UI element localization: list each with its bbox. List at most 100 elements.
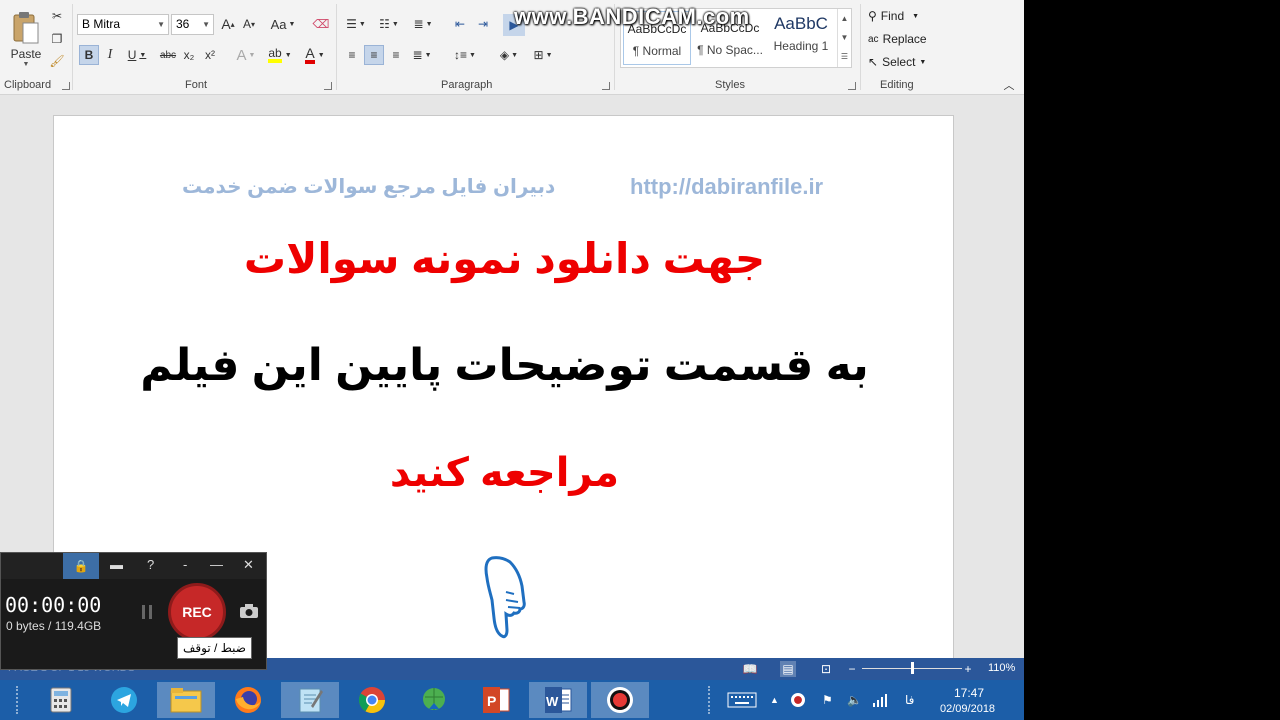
body-line-2: به قسمت توضیحات پایین این فیلم [140,341,869,390]
subscript-button[interactable]: x₂ [180,45,198,65]
paragraph-launcher-icon[interactable] [602,82,610,90]
bandicam-titlebar[interactable]: 🔒 ▬ ? - — ✕ [1,553,266,579]
shrink-font-button[interactable]: A ▾ [240,14,258,34]
keyboard-icon[interactable] [726,680,758,720]
align-center-button[interactable]: ≡ [364,45,384,65]
print-layout-button[interactable]: ▤ [780,661,796,677]
font-name-combo[interactable]: B Mitra ▼ [77,14,169,35]
underline-button[interactable]: U ▼ [123,45,151,65]
lock-button[interactable]: 🔒 [63,553,99,579]
find-button[interactable]: ⚲ Find ▼ [868,9,919,23]
language-indicator[interactable]: فا [905,680,914,720]
web-icon: ⊡ [820,662,832,676]
zoom-level[interactable]: 110% [988,662,1015,674]
multilevel-list-button[interactable]: ≣ ▼ [408,14,438,34]
borders-icon: ⊞ [533,48,544,62]
format-painter-button[interactable]: 🖌 [48,52,66,70]
cut-button[interactable]: ✂ [48,7,66,25]
taskbar-notepad[interactable] [281,682,339,718]
taskbar-powerpoint[interactable]: P [467,682,525,718]
taskbar-download-manager[interactable] [405,682,463,718]
taskbar-telegram[interactable] [95,682,153,718]
replace-button[interactable]: ac Replace [868,32,927,46]
tray-record-icon[interactable] [791,680,805,720]
align-left-button[interactable]: ≡ [342,45,362,65]
taskbar-bandicam[interactable] [591,682,649,718]
borders-button[interactable]: ⊞ ▼ [528,45,558,65]
clock-time[interactable]: 17:47 [954,686,984,700]
styles-scroll[interactable]: ▲ ▼ ☰ [837,9,851,67]
font-launcher-icon[interactable] [324,82,332,90]
bold-button[interactable]: B [79,45,99,65]
select-label: Select [882,55,916,69]
chevron-down-icon: ▼ [157,20,165,29]
folder-icon[interactable]: ▬ [110,557,123,572]
plus-icon: + [964,662,972,676]
font-size-combo[interactable]: 36 ▼ [171,14,214,35]
select-button[interactable]: ↖ Select ▼ [868,55,926,69]
line-spacing-button[interactable]: ↕≡ ▼ [450,45,480,65]
pause-icon[interactable] [140,605,154,619]
brush-icon: 🖌 [49,54,65,68]
read-mode-button[interactable]: 📖 [742,661,758,677]
font-color-icon: A [305,46,315,64]
dash-icon[interactable]: - [183,557,187,572]
close-icon[interactable]: ✕ [243,557,254,573]
text-effects-button[interactable]: A ▼ [232,45,260,65]
calculator-icon [50,687,72,713]
clock-date[interactable]: 02/09/2018 [940,703,995,715]
bullets-icon: ☰ [346,17,357,31]
decrease-indent-button[interactable]: ⇤ [450,14,470,34]
taskbar-firefox[interactable] [219,682,277,718]
align-right-button[interactable]: ≡ [386,45,406,65]
zoom-in-button[interactable]: + [960,661,976,677]
clipboard-launcher-icon[interactable] [62,82,70,90]
network-icon[interactable] [872,680,888,720]
shading-button[interactable]: ◈ ▼ [494,45,524,65]
justify-button[interactable]: ≣ ▼ [408,45,436,65]
minimize-icon[interactable]: — [210,557,223,572]
change-case-button[interactable]: Aa ▼ [268,14,298,34]
highlight-button[interactable]: ab ▼ [264,45,296,65]
strikethrough-button[interactable]: abc [157,45,179,65]
record-tooltip: ضبط / توقف [177,637,252,659]
minus-icon: − [848,662,856,676]
recording-timer: 00:00:00 [5,593,102,617]
zoom-slider-thumb[interactable] [911,662,914,674]
zoom-out-button[interactable]: − [844,661,860,677]
superscript-button[interactable]: x² [201,45,219,65]
bullets-button[interactable]: ☰ ▼ [342,14,370,34]
increase-indent-button[interactable]: ⇥ [473,14,493,34]
italic-button[interactable]: I [101,45,119,65]
taskbar-calculator[interactable] [32,682,90,718]
copy-button[interactable]: ❐ [48,30,66,48]
taskbar-chrome[interactable] [343,682,401,718]
style-heading-1[interactable]: AaBbC Heading 1 [767,11,835,65]
font-name-value: B Mitra [82,17,121,31]
camera-icon[interactable] [239,603,259,619]
taskbar-word[interactable]: W [529,682,587,718]
multilevel-list-icon: ≣ [413,17,424,31]
taskbar-file-explorer[interactable] [157,682,215,718]
web-layout-button[interactable]: ⊡ [818,661,834,677]
chevron-down-icon[interactable]: ▼ [838,28,851,47]
more-icon[interactable]: ☰ [838,47,851,66]
numbering-button[interactable]: ☷ ▼ [374,14,404,34]
styles-launcher-icon[interactable] [848,82,856,90]
action-center-flag-icon[interactable]: ⚑ [822,680,833,720]
tray-expand-icon[interactable]: ▲ [770,680,779,720]
volume-icon[interactable]: 🔈 [847,680,862,720]
chevron-up-icon[interactable]: ▲ [838,9,851,28]
help-button[interactable]: ? [147,557,154,572]
font-color-button[interactable]: A ▼ [300,45,330,65]
bandicam-watermark: www.BANDICAM.com [514,4,750,29]
powerpoint-icon: P [483,687,510,713]
clear-format-button[interactable]: ⌫ [310,14,332,34]
record-button[interactable]: REC [168,583,226,641]
collapse-ribbon-button[interactable]: ︿ [1002,78,1016,92]
paragraph-group-label: Paragraph [441,79,493,91]
cursor-icon: ↖ [868,55,879,69]
word-window: Paste ▼ ✂ ❐ 🖌 Clipboard B Mitra ▼ 36 ▼ A ▴ … [0,0,1024,720]
grow-font-button[interactable]: A ▴ [219,14,237,34]
paste-button[interactable]: Paste ▼ [6,6,46,72]
